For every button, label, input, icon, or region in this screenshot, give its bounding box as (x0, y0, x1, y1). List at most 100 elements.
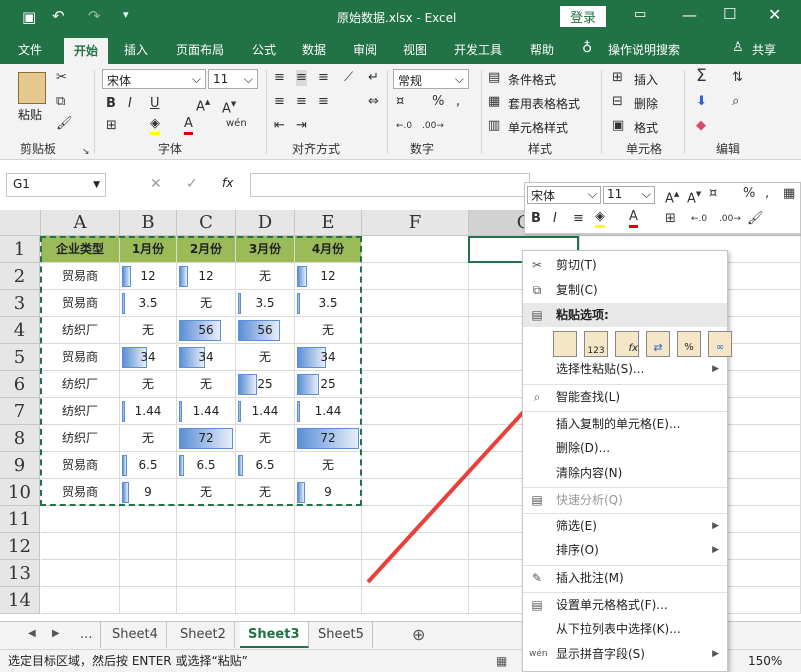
row-header[interactable]: 1 (0, 236, 40, 263)
format-painter-icon[interactable]: 🖌 (56, 116, 73, 132)
empty-cell[interactable] (120, 533, 177, 560)
column-header-b[interactable]: B (120, 210, 177, 236)
delete-cells-icon[interactable]: ⊟ (612, 94, 623, 110)
empty-cell[interactable] (295, 506, 362, 533)
insert-function-icon[interactable]: fx (222, 176, 233, 190)
mini-decrease-decimal-icon[interactable]: .00→ (719, 211, 741, 227)
column-header-d[interactable]: D (236, 210, 295, 236)
decrease-decimal-icon[interactable]: .00→ (422, 118, 444, 134)
empty-cell[interactable] (236, 560, 295, 587)
cut-icon[interactable]: ✂ (56, 70, 67, 86)
tab-help[interactable]: 帮助 (530, 41, 554, 58)
number-format-select[interactable]: 常规 ⌵ (393, 69, 469, 89)
empty-cell[interactable] (295, 560, 362, 587)
normal-view-icon[interactable]: ▦ (496, 650, 507, 672)
empty-cell[interactable] (41, 587, 120, 614)
empty-cell[interactable] (295, 533, 362, 560)
paste-button-icon[interactable] (553, 331, 577, 357)
font-name-select[interactable]: 宋体 ⌵ (102, 69, 206, 89)
empty-cell[interactable] (177, 587, 236, 614)
merge-center-icon[interactable]: ⇔ (368, 94, 379, 110)
menu-clear[interactable]: 清除内容(N) (523, 461, 727, 485)
orientation-icon[interactable]: ⟋ (344, 70, 353, 86)
select-all-corner[interactable] (0, 210, 41, 236)
percent-icon[interactable]: % (432, 94, 444, 110)
mini-comma-icon[interactable]: , (765, 186, 769, 202)
row-header[interactable]: 6 (0, 371, 40, 398)
menu-phonetic[interactable]: wén 显示拼音字段(S) ▶ (523, 642, 727, 666)
empty-cell[interactable] (177, 506, 236, 533)
italic-icon[interactable]: I (128, 96, 132, 112)
empty-cell[interactable] (236, 506, 295, 533)
paste-formatting-icon[interactable]: % (677, 331, 701, 357)
name-box[interactable]: G1 ▼ (6, 173, 106, 197)
tab-insert[interactable]: 插入 (124, 41, 148, 58)
comma-icon[interactable]: , (456, 94, 460, 110)
sort-filter-icon[interactable]: ⇅ (732, 70, 743, 86)
paste-formulas-icon[interactable]: fx (615, 331, 639, 357)
decrease-indent-icon[interactable]: ⇤ (274, 118, 285, 134)
conditional-format-icon[interactable]: ▤ (488, 70, 500, 86)
ribbon-display-icon[interactable]: ▭ (634, 7, 646, 22)
table-format-icon[interactable]: ▦ (488, 94, 500, 110)
align-center-icon[interactable]: ≡ (296, 94, 307, 110)
row-header[interactable]: 12 (0, 533, 40, 560)
column-header-c[interactable]: C (177, 210, 236, 236)
mini-table-icon[interactable]: ▦ (783, 186, 795, 202)
empty-cell[interactable] (236, 587, 295, 614)
bold-icon[interactable]: B (106, 96, 116, 112)
menu-copy[interactable]: ⧉ 复制(C) (523, 278, 727, 302)
tab-home[interactable]: 开始 (64, 38, 109, 64)
empty-cell[interactable] (362, 236, 469, 263)
row-header[interactable]: 8 (0, 425, 40, 452)
increase-indent-icon[interactable]: ⇥ (296, 118, 307, 134)
row-header[interactable]: 9 (0, 452, 40, 479)
empty-cell[interactable] (362, 290, 469, 317)
next-sheet-icon[interactable]: ▶ (52, 628, 60, 639)
shrink-font-icon[interactable]: A▾ (222, 96, 236, 117)
mini-format-painter-icon[interactable]: 🖌 (747, 211, 764, 227)
cell-style-button[interactable]: 单元格样式 (508, 119, 568, 136)
menu-filter[interactable]: 筛选(E) ▶ (523, 513, 727, 537)
empty-cell[interactable] (362, 587, 469, 614)
mini-shrink-font-icon[interactable]: A▾ (687, 186, 701, 207)
clipboard-icon[interactable] (18, 72, 46, 104)
insert-cells-button[interactable]: 插入 (634, 71, 658, 88)
tab-formulas[interactable]: 公式 (252, 41, 276, 58)
maximize-icon[interactable]: ☐ (723, 5, 736, 23)
customize-qat-icon[interactable]: ▾ (123, 8, 129, 21)
menu-insert-copied[interactable]: 插入复制的单元格(E)... (523, 411, 727, 435)
column-header-e[interactable]: E (295, 210, 362, 236)
row-header[interactable]: 4 (0, 317, 40, 344)
align-bottom-icon[interactable]: ≡ (318, 70, 329, 86)
mini-size-select[interactable]: 11 ⌵ (603, 186, 655, 204)
font-color-icon[interactable]: A (184, 116, 193, 135)
mini-align-icon[interactable]: ≡ (573, 211, 584, 227)
sheet-tab-sheet5[interactable]: Sheet5 (310, 622, 373, 648)
currency-icon[interactable]: ¤ (396, 94, 404, 110)
underline-icon[interactable]: U (150, 96, 160, 112)
sheet-tab-sheet4[interactable]: Sheet4 (104, 622, 167, 648)
prev-sheet-icon[interactable]: ◀ (28, 628, 36, 639)
format-cells-button[interactable]: 格式 (634, 119, 658, 136)
sheet-tab-sheet2[interactable]: Sheet2 (172, 622, 235, 648)
tab-review[interactable]: 审阅 (353, 41, 377, 58)
column-header-a[interactable]: A (41, 210, 120, 236)
find-icon[interactable]: ⌕ (732, 94, 739, 110)
mini-increase-decimal-icon[interactable]: ←.0 (691, 211, 707, 227)
mini-fill-color-icon[interactable]: ◈ (595, 209, 605, 228)
align-left-icon[interactable]: ≡ (274, 94, 285, 110)
font-size-select[interactable]: 11 ⌵ (208, 69, 258, 89)
wrap-text-icon[interactable]: ↵ (368, 70, 379, 86)
menu-delete[interactable]: 删除(D)... (523, 436, 727, 460)
paste-link-icon[interactable]: ∞ (708, 331, 732, 357)
empty-cell[interactable] (362, 263, 469, 290)
menu-insert-comment[interactable]: ✎ 插入批注(M) (523, 565, 727, 589)
row-header[interactable]: 13 (0, 560, 40, 587)
sheet-more[interactable]: ... (72, 622, 102, 648)
row-header[interactable]: 5 (0, 344, 40, 371)
row-header[interactable]: 11 (0, 506, 40, 533)
paste-button[interactable]: 粘贴 (18, 106, 42, 123)
add-sheet-icon[interactable]: ⊕ (412, 625, 425, 644)
paste-transpose-icon[interactable]: ⇄ (646, 331, 670, 357)
